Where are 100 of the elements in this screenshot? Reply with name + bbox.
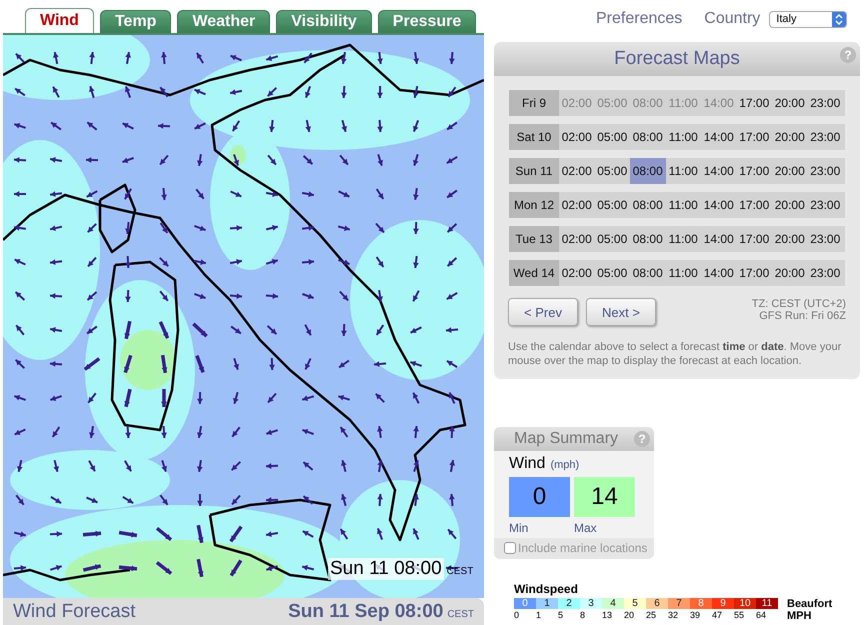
prev-button[interactable]: < Prev [508,298,578,326]
beaufort-swatch: 0 [514,598,536,610]
time-cell[interactable]: 05:00 [594,192,630,218]
scale-label: Beaufort [787,598,832,610]
speed-value: 25 [646,611,658,622]
footer-datetime: Sun 11 Sep 08:00 [288,600,444,622]
time-cell[interactable]: 14:00 [701,158,736,184]
time-cell[interactable]: 23:00 [808,226,843,252]
time-cell[interactable]: 11:00 [666,192,701,218]
time-cell[interactable]: 17:00 [736,192,772,218]
day-label: Mon 12 [509,192,559,218]
timezone-label: CEST [447,608,474,620]
time-cell[interactable]: 14:00 [701,260,736,286]
time-cell[interactable]: 11:00 [666,124,701,150]
beaufort-swatch: 7 [668,598,690,610]
speed-value: 47 [712,611,724,622]
time-cell[interactable]: 17:00 [736,124,772,150]
help-text: Use the calendar above to select a forecast time or date. Move your mouse over the map to display the forecast at each location. [507,340,842,370]
variable-label: Wind [509,454,546,473]
speed-value: 13 [602,611,614,622]
value-box: 0 [509,476,570,517]
value-caption: Min [509,520,530,535]
time-cell[interactable]: 20:00 [772,192,808,218]
time-cell[interactable]: 17:00 [736,90,772,116]
beaufort-swatch: 2 [558,598,580,610]
beaufort-swatch: 4 [602,598,624,610]
time-cell[interactable]: 20:00 [772,124,808,150]
time-cell[interactable]: 14:00 [701,192,736,218]
beaufort-swatch: 5 [624,598,646,610]
day-label: Sun 11 [509,158,559,184]
time-cell[interactable]: 14:00 [701,226,736,252]
time-cell[interactable]: 23:00 [808,90,843,116]
speed-value: 32 [668,611,680,622]
speed-value: 1 [536,611,542,622]
time-cell[interactable]: 02:00 [559,124,594,150]
time-cell[interactable]: 23:00 [808,192,843,218]
time-cell[interactable]: 02:00 [559,192,594,218]
time-cell[interactable]: 23:00 [808,260,843,286]
time-cell[interactable]: 08:00 [630,124,666,150]
time-cell[interactable]: 11:00 [666,226,701,252]
value-caption: Max [574,520,598,535]
time-cell-text: 05:00 [596,95,628,112]
time-cell[interactable]: 20:00 [772,226,808,252]
time-cell[interactable]: 05:00 [594,260,630,286]
time-cell[interactable]: 20:00 [772,260,808,286]
timezone-info: TZ: CEST (UTC+2) [752,298,846,310]
beaufort-swatch: 10 [734,598,756,610]
day-label: Wed 14 [509,260,559,286]
day-label: Tue 13 [509,226,559,252]
time-cell-text: 08:00 [632,95,664,112]
tab[interactable]: Weather [177,10,270,33]
time-cell[interactable]: 08:00 [630,260,666,286]
country-select[interactable]: Italy [769,10,848,28]
time-cell[interactable]: 23:00 [808,158,843,184]
day-label: Sat 10 [509,124,559,150]
panel-title: Map Summary [514,430,618,448]
unit-label: (mph) [550,458,580,471]
time-cell[interactable]: 23:00 [808,124,843,150]
beaufort-swatch: 11 [756,598,778,610]
checkbox-icon[interactable] [504,542,516,554]
time-cell[interactable]: 17:00 [736,158,772,184]
time-cell[interactable]: 14:00 [701,124,736,150]
time-cell[interactable]: 02:00 [559,226,594,252]
time-cell[interactable]: 05:00 [594,158,630,184]
time-cell-text: 02:00 [560,95,593,112]
time-cell[interactable]: 17:00 [736,260,772,286]
time-cell[interactable]: 17:00 [736,226,772,252]
tab[interactable]: Visibility [276,10,372,33]
timezone-label: CEST [446,566,474,577]
beaufort-swatch: 6 [646,598,668,610]
speed-value: 8 [580,611,586,622]
speed-value: 5 [558,611,564,622]
panel-title: Forecast Maps [614,48,740,70]
time-cell-text: 14:00 [702,95,735,112]
time-cell[interactable]: 05:00 [594,226,630,252]
time-cell[interactable]: 08:00 [630,226,666,252]
speed-unit-label: MPH [787,610,812,622]
tab[interactable]: Pressure [378,10,476,33]
beaufort-swatch: 3 [580,598,602,610]
value-box: 14 [574,476,635,517]
speed-value: 55 [734,611,746,622]
time-cell-text: 11:00 [668,95,699,112]
time-cell[interactable]: 08:00 [630,158,666,184]
time-cell[interactable]: 11:00 [666,158,701,184]
beaufort-swatch: 8 [690,598,712,610]
beaufort-swatch: 9 [712,598,734,610]
time-cell[interactable]: 02:00 [559,158,594,184]
time-cell[interactable]: 02:00 [559,260,594,286]
tab[interactable]: Temp [100,10,172,33]
time-cell[interactable]: 05:00 [594,124,630,150]
time-cell[interactable]: 20:00 [772,158,808,184]
speed-value: 20 [624,611,636,622]
time-cell[interactable]: 08:00 [630,192,666,218]
preferences-link[interactable]: Preferences [596,10,682,28]
footer-title: Wind Forecast [13,600,136,622]
tab[interactable]: Wind [25,8,94,33]
time-cell[interactable]: 20:00 [772,90,808,116]
map-time-label: Sun 11 08:00 [328,558,444,580]
time-cell[interactable]: 11:00 [666,260,701,286]
next-button[interactable]: Next > [586,298,656,326]
